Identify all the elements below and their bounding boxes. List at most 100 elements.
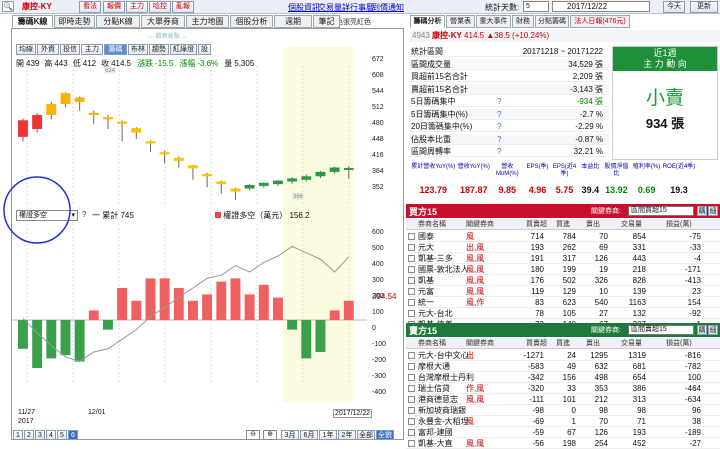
toolbar-button[interactable]: 報價: [103, 1, 125, 13]
refresh-button[interactable]: 更新: [690, 1, 718, 13]
table-buy-button[interactable]: 購: [697, 206, 707, 216]
table-row[interactable]: 摩根大通 -583 49 632 681 -782: [406, 361, 720, 372]
right-tab[interactable]: 財務: [512, 15, 534, 28]
table-row[interactable]: 新加坡商瑞銀 -98 0 98 98 96: [406, 405, 720, 416]
table-buy-button[interactable]: 購: [697, 325, 707, 335]
range-button[interactable]: 全貌: [376, 430, 394, 440]
candle: [103, 117, 113, 120]
period-button[interactable]: 3: [35, 430, 45, 440]
row-checkbox[interactable]: [408, 288, 415, 295]
chart-button[interactable]: 外資: [37, 44, 59, 55]
range-button[interactable]: 1年: [319, 430, 337, 440]
row-checkbox[interactable]: [408, 407, 415, 414]
help-icon[interactable]: ?: [497, 96, 501, 107]
chart-button[interactable]: 主力: [81, 44, 103, 55]
row-checkbox[interactable]: [408, 266, 415, 273]
table-row[interactable]: 永豐金-大稻埕風 -69 1 70 71 38: [406, 416, 720, 427]
row-checkbox[interactable]: [408, 429, 415, 436]
row-checkbox[interactable]: [408, 352, 415, 359]
chart-button[interactable]: 布林: [128, 44, 148, 55]
table-row[interactable]: 元大-台北 78 105 27 132 -92: [406, 308, 720, 319]
chart-button[interactable]: 均線: [16, 44, 36, 55]
zoom-icon[interactable]: ⊖: [246, 430, 260, 440]
help-icon[interactable]: ?: [497, 134, 501, 145]
right-tab[interactable]: 法人日報(476元): [570, 15, 630, 28]
table-row[interactable]: 台灣摩根士丹利 -342 156 498 654 100: [406, 372, 720, 383]
table-row[interactable]: 元大 出,風 193 262 69 331 -33: [406, 242, 720, 253]
tab-7[interactable]: 筆記: [313, 15, 340, 28]
tab-3[interactable]: 大單券商: [141, 15, 185, 28]
range-button[interactable]: 6月: [300, 430, 318, 440]
toolbar-button[interactable]: 唸控: [149, 1, 171, 13]
table-filter-select[interactable]: 區間買超15: [628, 206, 694, 216]
table-row[interactable]: 統一 風,作 83 623 540 1163 154: [406, 297, 720, 308]
chart-button[interactable]: 投信: [60, 44, 80, 55]
toolbar-link[interactable]: 個股資訊: [288, 2, 320, 13]
row-checkbox[interactable]: [408, 363, 415, 370]
row-checkbox[interactable]: [408, 440, 415, 447]
period-button[interactable]: 5: [57, 430, 67, 440]
row-checkbox[interactable]: [408, 374, 415, 381]
toolbar-link[interactable]: 交易量詳: [318, 2, 350, 13]
range-button[interactable]: 2年: [338, 430, 356, 440]
right-tab[interactable]: 營業表: [446, 15, 475, 28]
tab-4[interactable]: 主力地圖: [186, 15, 229, 28]
period-button[interactable]: 6: [68, 430, 78, 440]
chart-button[interactable]: 趨勢: [149, 44, 169, 55]
tab-0[interactable]: 籌碼K線: [12, 15, 53, 28]
zoom-in-icon[interactable]: ⊕: [263, 430, 277, 440]
toolbar-button[interactable]: 看法: [79, 1, 101, 13]
table-row[interactable]: 元富 風,風 119 129 10 139 23: [406, 286, 720, 297]
date-input[interactable]: 2017/12/22: [552, 1, 650, 12]
table-row[interactable]: 凱基-三多 風,風 191 317 126 443 -4: [406, 253, 720, 264]
tab-6[interactable]: 週期: [274, 15, 312, 28]
row-checkbox[interactable]: [408, 233, 415, 240]
range-button[interactable]: 3月: [281, 430, 299, 440]
table-row[interactable]: 港商德意志 風,風 -111 101 212 313 -634: [406, 394, 720, 405]
range-button[interactable]: 全部: [357, 430, 375, 440]
toolbar-link[interactable]: 行事曆: [350, 2, 374, 13]
chart-button[interactable]: 紅綠燈: [170, 44, 197, 55]
toolbar-button[interactable]: 亂報: [172, 1, 194, 13]
table-filter-select[interactable]: 區間賣超15: [628, 325, 694, 335]
days-select[interactable]: 5: [523, 1, 549, 12]
tab-1[interactable]: 即時走勢: [54, 15, 95, 28]
help-icon[interactable]: ?: [497, 146, 501, 157]
row-checkbox[interactable]: [408, 385, 415, 392]
row-checkbox[interactable]: [408, 418, 415, 425]
metric-value: 4.96: [528, 185, 547, 195]
table-detail-button[interactable]: 細: [708, 206, 718, 216]
right-tab[interactable]: 籌碼分析: [410, 15, 445, 28]
period-button[interactable]: 1: [13, 430, 23, 440]
today-button[interactable]: 今天: [663, 1, 685, 13]
search-icon[interactable]: 🔍: [2, 1, 14, 12]
row-checkbox[interactable]: [408, 277, 415, 284]
row-checkbox[interactable]: [408, 396, 415, 403]
table-row[interactable]: 富邦-建國 -59 67 126 193 -189: [406, 427, 720, 438]
table-row[interactable]: 凱基-大直 風,風 -56 198 254 452 -27: [406, 438, 720, 449]
table-row[interactable]: 元大-台中文心出 -1271 24 1295 1319 -816: [406, 350, 720, 361]
chart-button[interactable]: 籌碼: [104, 44, 127, 55]
chart-button[interactable]: 設: [198, 44, 211, 55]
period-button[interactable]: 2: [24, 430, 34, 440]
row-checkbox[interactable]: [408, 310, 415, 317]
table-row[interactable]: 國票-敦北法人 風,風 180 199 19 218 -171: [406, 264, 720, 275]
tab-2[interactable]: 分點K線: [96, 15, 140, 28]
toolbar-link[interactable]: 到價通知: [372, 2, 404, 13]
table-detail-button[interactable]: 細: [708, 325, 718, 335]
help-icon[interactable]: ?: [497, 109, 501, 120]
table-row[interactable]: 凱基 風,風 176 502 326 828 -413: [406, 275, 720, 286]
table-row[interactable]: 瑞士信貸 作,風 -320 33 353 386 -464: [406, 383, 720, 394]
right-tab[interactable]: 分點籌碼: [535, 15, 569, 28]
help-icon[interactable]: ?: [497, 121, 501, 132]
row-checkbox[interactable]: [408, 244, 415, 251]
period-button[interactable]: 4: [46, 430, 56, 440]
row-checkbox[interactable]: [408, 255, 415, 262]
table-cell: 176: [530, 276, 544, 285]
tab-5[interactable]: 個股分析: [230, 15, 273, 28]
help-icon[interactable]: ?: [82, 210, 86, 219]
table-row[interactable]: 國泰 風 714 784 70 854 -75: [406, 231, 720, 242]
right-tab[interactable]: 重大事件: [476, 15, 511, 28]
toolbar-button[interactable]: 主力: [126, 1, 148, 13]
row-checkbox[interactable]: [408, 299, 415, 306]
